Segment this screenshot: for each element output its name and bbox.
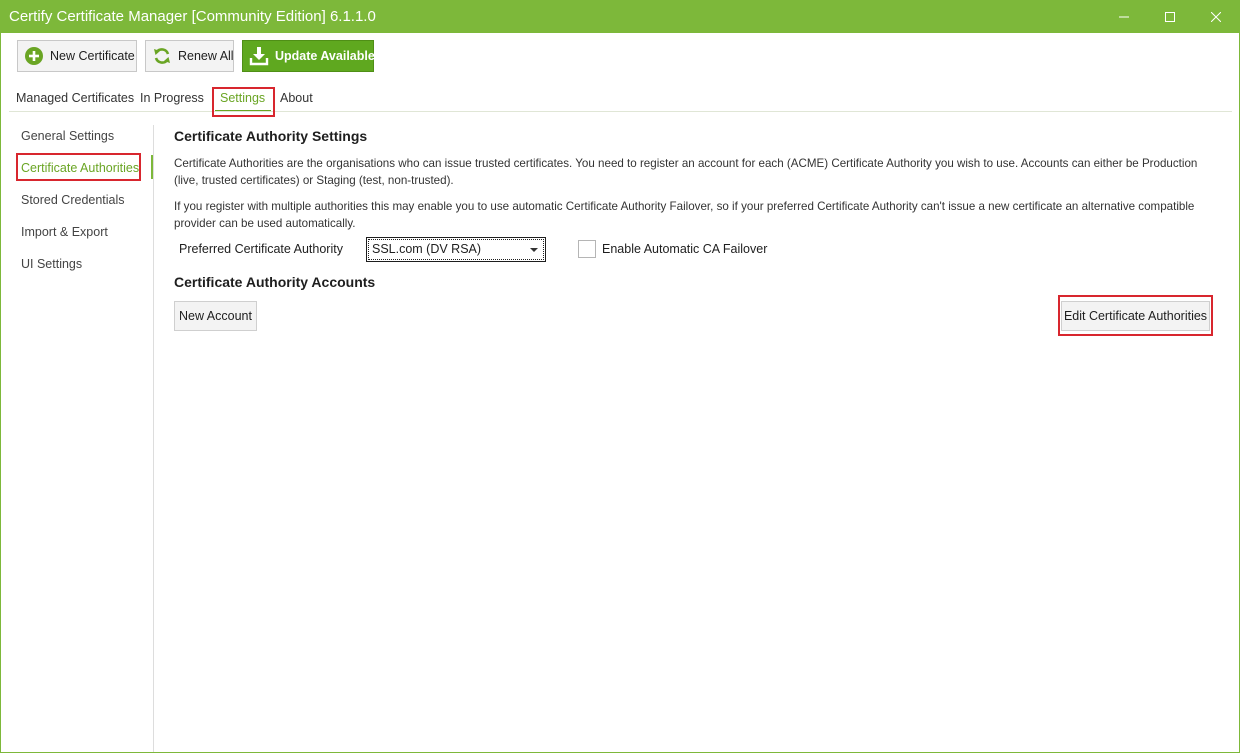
close-icon	[1211, 12, 1221, 22]
update-available-label: Update Available	[275, 49, 375, 63]
sidebar-item-import-export[interactable]: Import & Export	[21, 225, 108, 239]
renew-all-label: Renew All	[178, 49, 234, 63]
app-window: Certify Certificate Manager [Community E…	[0, 0, 1240, 753]
renew-all-button[interactable]: Renew All	[145, 40, 234, 72]
preferred-ca-label: Preferred Certificate Authority	[179, 242, 343, 256]
tab-about[interactable]: About	[280, 91, 313, 105]
highlight-box-edit-authorities	[1058, 295, 1213, 336]
failover-checkbox[interactable]	[578, 240, 596, 258]
new-account-button[interactable]: New Account	[174, 301, 257, 331]
sidebar-item-general-settings[interactable]: General Settings	[21, 129, 114, 143]
sidebar-item-stored-credentials[interactable]: Stored Credentials	[21, 193, 125, 207]
highlight-box-certificate-authorities	[16, 153, 141, 181]
description-paragraph-2: If you register with multiple authoritie…	[174, 200, 1195, 230]
description-paragraph-1: Certificate Authorities are the organisa…	[174, 157, 1198, 187]
maximize-button[interactable]	[1147, 1, 1193, 33]
chevron-down-icon	[530, 248, 538, 252]
minimize-button[interactable]	[1101, 1, 1147, 33]
tab-in-progress[interactable]: In Progress	[140, 91, 204, 105]
refresh-icon	[152, 46, 172, 66]
tab-managed-certificates[interactable]: Managed Certificates	[16, 91, 134, 105]
accounts-heading: Certificate Authority Accounts	[174, 274, 376, 290]
minimize-icon	[1119, 16, 1129, 18]
new-account-label: New Account	[179, 309, 252, 323]
failover-label[interactable]: Enable Automatic CA Failover	[602, 242, 767, 256]
update-available-button[interactable]: Update Available	[242, 40, 375, 72]
preferred-ca-select[interactable]: SSL.com (DV RSA)	[366, 237, 546, 262]
download-icon	[249, 46, 269, 66]
window-title: Certify Certificate Manager [Community E…	[9, 8, 376, 25]
close-button[interactable]	[1193, 1, 1239, 33]
tabs-divider	[9, 111, 1232, 112]
highlight-box-settings-tab	[212, 87, 275, 117]
plus-circle-icon	[24, 46, 44, 66]
sidebar-divider	[153, 125, 154, 752]
new-certificate-button[interactable]: New Certificate	[17, 40, 137, 72]
maximize-icon	[1165, 12, 1175, 22]
sidebar-item-ui-settings[interactable]: UI Settings	[21, 257, 82, 271]
page-title: Certificate Authority Settings	[174, 128, 368, 144]
new-certificate-label: New Certificate	[50, 49, 135, 63]
title-bar: Certify Certificate Manager [Community E…	[1, 1, 1239, 33]
preferred-ca-value: SSL.com (DV RSA)	[372, 242, 482, 256]
